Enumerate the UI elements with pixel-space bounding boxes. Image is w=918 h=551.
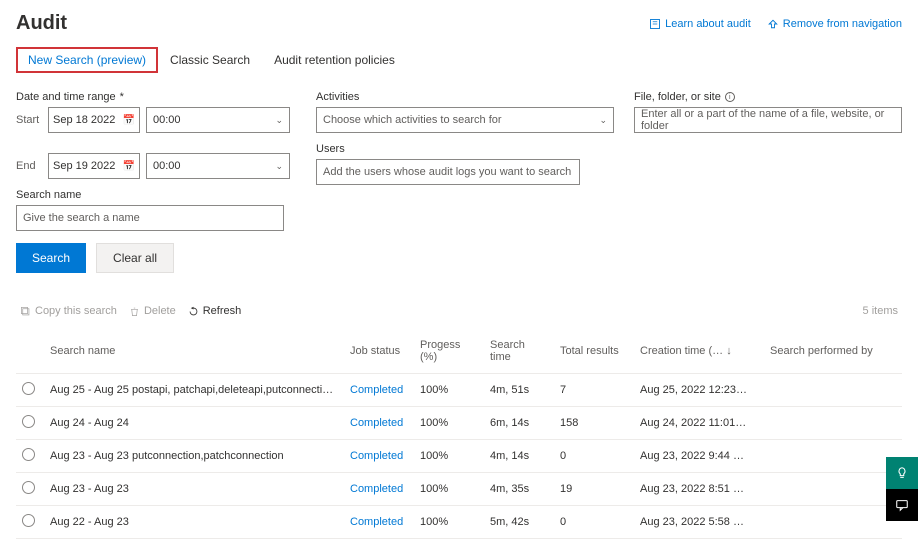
- search-button[interactable]: Search: [16, 243, 86, 273]
- chevron-down-icon: ⌄: [275, 161, 283, 172]
- refresh-icon: [188, 306, 199, 317]
- cell-name: Aug 25 - Aug 25 postapi, patchapi,delete…: [44, 374, 344, 407]
- cell-progress: 100%: [414, 506, 484, 539]
- col-header-search-time[interactable]: Search time: [484, 329, 554, 374]
- table-row[interactable]: Aug 25 - Aug 25 postapi, patchapi,delete…: [16, 374, 902, 407]
- copy-icon: [20, 306, 31, 317]
- col-header-progress[interactable]: Progess (%): [414, 329, 484, 374]
- row-checkbox[interactable]: [22, 448, 35, 461]
- cell-performed: [764, 407, 902, 440]
- start-label: Start: [16, 114, 42, 126]
- col-header-performed[interactable]: Search performed by: [764, 329, 902, 374]
- date-range-label: Date and time range: [16, 91, 296, 103]
- cell-created: Aug 24, 2022 11:01…: [634, 407, 764, 440]
- cell-performed: [764, 506, 902, 539]
- cell-performed: [764, 473, 902, 506]
- cell-search-time: 4m, 14s: [484, 440, 554, 473]
- cell-progress: 100%: [414, 440, 484, 473]
- copy-search-action[interactable]: Copy this search: [20, 305, 117, 317]
- cell-created: Aug 23, 2022 9:44 …: [634, 440, 764, 473]
- cell-status[interactable]: Completed: [350, 516, 403, 528]
- activities-input[interactable]: Choose which activities to search for ⌄: [316, 107, 614, 133]
- cell-progress: 100%: [414, 374, 484, 407]
- learn-about-audit-link[interactable]: Learn about audit: [649, 18, 751, 30]
- chevron-down-icon: ⌄: [599, 115, 607, 126]
- remove-from-navigation-link[interactable]: Remove from navigation: [767, 18, 902, 30]
- items-count: 5 items: [863, 305, 898, 317]
- col-header-created[interactable]: Creation time (… ↓: [634, 329, 764, 374]
- cell-progress: 100%: [414, 407, 484, 440]
- chat-button[interactable]: [886, 489, 918, 521]
- cell-created: Aug 23, 2022 5:58 …: [634, 506, 764, 539]
- cell-total: 0: [554, 440, 634, 473]
- table-row[interactable]: Aug 22 - Aug 23 Completed 100%5m, 42s0Aug …: [16, 506, 902, 539]
- calendar-icon: 📅: [123, 115, 135, 126]
- delete-action[interactable]: Delete: [129, 305, 176, 317]
- cell-status[interactable]: Completed: [350, 417, 403, 429]
- col-header-total[interactable]: Total results: [554, 329, 634, 374]
- cell-name: Aug 23 - Aug 23 putconnection,patchconne…: [44, 440, 344, 473]
- book-icon: [649, 18, 661, 30]
- calendar-icon: 📅: [123, 161, 135, 172]
- trash-icon: [129, 306, 140, 317]
- cell-status[interactable]: Completed: [350, 483, 403, 495]
- tab-retention-policies[interactable]: Audit retention policies: [262, 47, 407, 73]
- table-row[interactable]: Aug 23 - Aug 23 putconnection,patchconne…: [16, 440, 902, 473]
- users-label: Users: [316, 143, 614, 155]
- end-date-input[interactable]: Sep 19 2022 📅: [48, 153, 140, 179]
- cell-name: Aug 22 - Aug 23: [44, 506, 344, 539]
- clear-all-button[interactable]: Clear all: [96, 243, 174, 273]
- search-name-input[interactable]: Give the search a name: [16, 205, 284, 231]
- refresh-action[interactable]: Refresh: [188, 305, 242, 317]
- cell-search-time: 6m, 14s: [484, 407, 554, 440]
- end-label: End: [16, 160, 42, 172]
- tab-classic-search[interactable]: Classic Search: [158, 47, 262, 73]
- table-row[interactable]: Aug 24 - Aug 24 Completed 100%6m, 14s158Au…: [16, 407, 902, 440]
- cell-total: 158: [554, 407, 634, 440]
- row-checkbox[interactable]: [22, 514, 35, 527]
- cell-search-time: 4m, 35s: [484, 473, 554, 506]
- tab-bar: New Search (preview) Classic Search Audi…: [16, 47, 902, 73]
- cell-name: Aug 23 - Aug 23: [44, 473, 344, 506]
- activities-label: Activities: [316, 91, 614, 103]
- row-checkbox[interactable]: [22, 382, 35, 395]
- file-input[interactable]: Enter all or a part of the name of a fil…: [634, 107, 902, 133]
- cell-total: 7: [554, 374, 634, 407]
- unpin-icon: [767, 18, 779, 30]
- col-header-name[interactable]: Search name: [44, 329, 344, 374]
- file-label: File, folder, or site i: [634, 91, 902, 103]
- row-checkbox[interactable]: [22, 415, 35, 428]
- search-name-label: Search name: [16, 189, 296, 201]
- cell-total: 0: [554, 506, 634, 539]
- chevron-down-icon: ⌄: [275, 115, 283, 126]
- col-header-status[interactable]: Job status: [344, 329, 414, 374]
- cell-performed: [764, 374, 902, 407]
- table-row[interactable]: Aug 23 - Aug 23 Completed 100%4m, 35s19Aug…: [16, 473, 902, 506]
- info-icon[interactable]: i: [725, 92, 735, 102]
- cell-total: 19: [554, 473, 634, 506]
- cell-performed: [764, 440, 902, 473]
- search-results-table: Search name Job status Progess (%) Searc…: [16, 329, 902, 539]
- cell-created: Aug 25, 2022 12:23…: [634, 374, 764, 407]
- cell-created: Aug 23, 2022 8:51 …: [634, 473, 764, 506]
- cell-status[interactable]: Completed: [350, 384, 403, 396]
- page-title: Audit: [16, 12, 67, 35]
- end-time-input[interactable]: 00:00 ⌄: [146, 153, 290, 179]
- tab-new-search[interactable]: New Search (preview): [16, 47, 158, 73]
- row-checkbox[interactable]: [22, 481, 35, 494]
- cell-status[interactable]: Completed: [350, 450, 403, 462]
- users-input[interactable]: Add the users whose audit logs you want …: [316, 159, 580, 185]
- cell-name: Aug 24 - Aug 24: [44, 407, 344, 440]
- cell-progress: 100%: [414, 473, 484, 506]
- start-date-input[interactable]: Sep 18 2022 📅: [48, 107, 140, 133]
- lightbulb-icon: [895, 466, 909, 480]
- cell-search-time: 4m, 51s: [484, 374, 554, 407]
- chat-icon: [895, 498, 909, 512]
- feedback-button[interactable]: [886, 457, 918, 489]
- start-time-input[interactable]: 00:00 ⌄: [146, 107, 290, 133]
- cell-search-time: 5m, 42s: [484, 506, 554, 539]
